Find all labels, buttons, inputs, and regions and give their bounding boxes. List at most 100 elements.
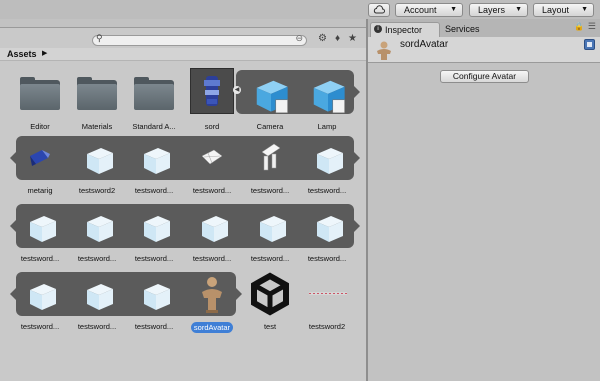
asset-camera[interactable]: Camera [242,72,298,131]
asset-label: testsword... [192,254,232,263]
project-search-bar: ⚲ ⊖ ⚙ ♦ ★ [0,33,366,47]
search-icon: ⚲ [96,33,103,43]
cube-icon [248,72,292,116]
search-by-type-icon[interactable]: ⚙ [316,33,329,46]
configure-avatar-button[interactable]: Configure Avatar [440,70,529,83]
tab-services[interactable]: Services [445,22,495,37]
asset-folder-editor[interactable]: Editor [12,72,68,131]
sword-mesh-icon [190,136,234,180]
avatar-icon [377,41,391,60]
asset-mesh[interactable]: testsword... [12,272,68,331]
asset-label: testsword... [192,186,232,195]
asset-label: Lamp [317,122,337,131]
mesh-cube-icon [132,272,176,316]
asset-lamp[interactable]: Lamp [299,72,355,131]
unity-logo-icon [248,272,292,316]
asset-label: Standard A... [132,122,176,131]
asset-mesh[interactable]: testsword2 [69,136,125,195]
asset-label: testsword2 [308,322,346,331]
chevron-right-icon: ▶ [42,50,48,57]
asset-animation-testsword2[interactable]: testsword2 [299,272,355,331]
asset-mesh[interactable]: testsword... [242,204,298,263]
asset-mesh[interactable]: testsword... [12,204,68,263]
asset-label: testsword... [250,254,290,263]
folder-icon [132,72,176,116]
chevron-down-icon: ▼ [581,6,588,13]
asset-avatar-sordavatar[interactable]: sordAvatar [184,272,240,335]
tab-services-label: Services [445,24,480,34]
cube-icon [305,72,349,116]
cloud-button[interactable] [368,3,390,17]
asset-label: testsword... [134,254,174,263]
breadcrumb-assets[interactable]: Assets [7,49,37,59]
collapse-model-icon[interactable]: ◀ [233,86,241,94]
account-label: Account [404,5,437,15]
favorite-star-icon[interactable]: ★ [346,33,359,46]
asset-mesh[interactable]: testsword... [126,272,182,331]
asset-folder-materials[interactable]: Materials [69,72,125,131]
mesh-cube-icon [75,204,119,248]
menu-icon[interactable]: ☰ [588,21,596,32]
chevron-down-icon: ▼ [515,6,522,13]
account-dropdown[interactable]: Account ▼ [395,3,463,17]
asset-mesh[interactable]: testsword... [69,204,125,263]
asset-mesh[interactable]: testsword... [299,136,355,195]
asset-label: testsword... [134,322,174,331]
asset-label: metarig [27,186,53,195]
chevron-down-icon: ▼ [450,6,457,13]
avatar-icon [190,272,234,316]
model-icon [190,72,234,116]
cloud-icon [373,5,385,14]
clear-search-icon[interactable]: ⊖ [295,33,303,44]
info-icon: i [374,25,382,33]
tab-inspector-label: Inspector [385,25,423,35]
search-by-label-icon[interactable]: ♦ [331,33,344,46]
top-toolbar: Account ▼ Layers ▼ Layout ▼ [0,0,600,19]
mesh-cube-icon [75,136,119,180]
asset-mesh[interactable]: testsword... [69,272,125,331]
asset-label: testsword... [250,186,290,195]
mesh-icon [18,136,62,180]
asset-mesh[interactable]: testsword... [126,204,182,263]
inspector-tab-bar: i Inspector Services 🔒 ☰ [368,19,600,37]
asset-label: testsword... [307,254,347,263]
animation-clip-icon [305,272,349,316]
sword-mesh-icon [248,136,292,180]
asset-mesh[interactable]: testsword... [184,204,240,263]
lock-icon[interactable]: 🔒 [574,22,584,31]
folder-icon [18,72,62,116]
asset-label: Editor [30,122,50,131]
mesh-cube-icon [18,204,62,248]
tab-inspector[interactable]: i Inspector [370,22,440,37]
asset-mesh[interactable]: testsword... [242,136,298,195]
asset-label: sord [204,122,220,131]
asset-scene-test[interactable]: test [242,272,298,331]
asset-mesh[interactable]: testsword... [126,136,182,195]
asset-label: testsword... [134,186,174,195]
help-book-icon[interactable] [584,39,595,50]
asset-mesh[interactable]: testsword... [184,136,240,195]
asset-label: testsword... [77,254,117,263]
mesh-cube-icon [132,204,176,248]
layout-label: Layout [542,5,570,15]
asset-mesh[interactable]: testsword... [299,204,355,263]
asset-folder-standard-assets[interactable]: Standard A... [126,72,182,131]
mesh-cube-icon [18,272,62,316]
inspector-panel: sordAvatar Configure Avatar [368,37,600,381]
asset-label: testsword... [20,254,60,263]
mesh-cube-icon [132,136,176,180]
asset-label: testsword... [77,322,117,331]
asset-label: test [263,322,277,331]
mesh-cube-icon [248,204,292,248]
mesh-cube-icon [75,272,119,316]
breadcrumb: Assets ▶ [0,48,366,61]
layers-dropdown[interactable]: Layers ▼ [469,3,528,17]
asset-label-selected: sordAvatar [190,322,234,333]
mesh-cube-icon [305,204,349,248]
layout-dropdown[interactable]: Layout ▼ [533,3,594,17]
asset-model-sord[interactable]: sord [184,72,240,131]
asset-label: Materials [81,122,113,131]
asset-label: testsword... [307,186,347,195]
search-input[interactable]: ⚲ ⊖ [92,33,307,46]
asset-metarig[interactable]: metarig [12,136,68,195]
